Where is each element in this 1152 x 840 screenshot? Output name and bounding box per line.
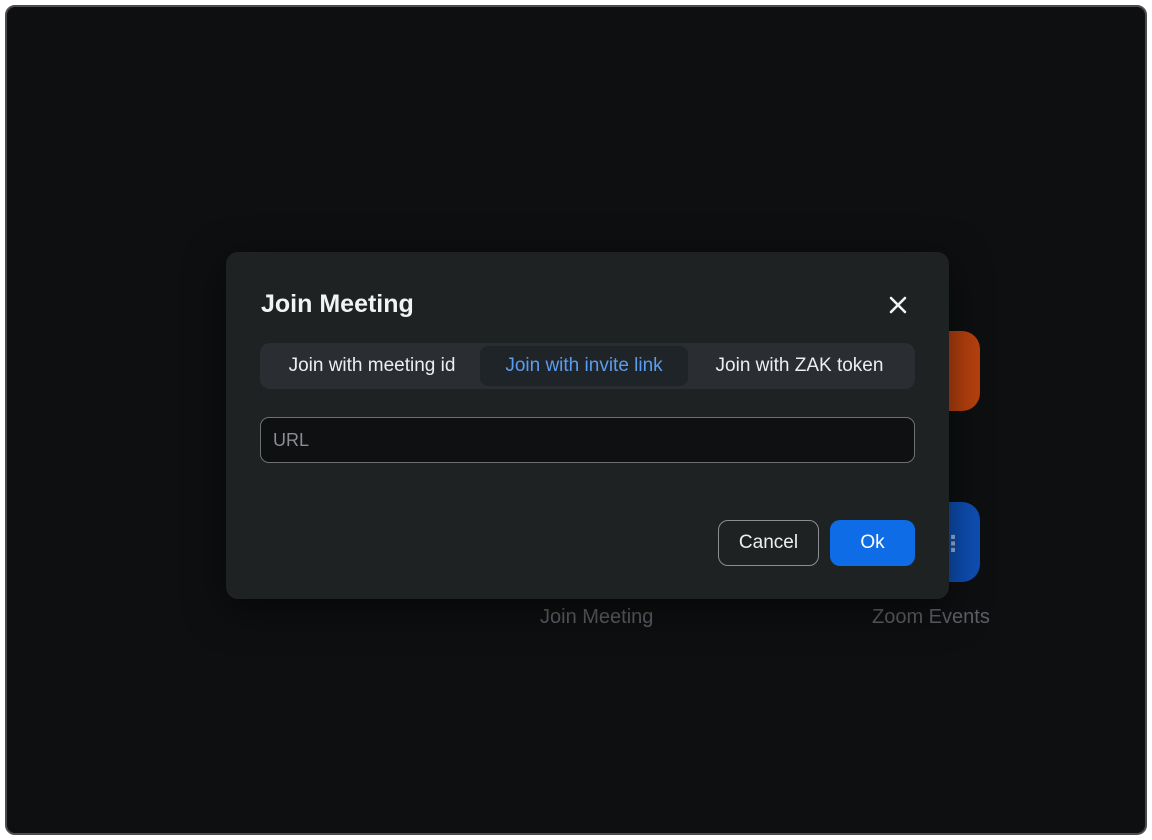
cancel-button[interactable]: Cancel xyxy=(718,520,819,566)
tab-zak-token[interactable]: Join with ZAK token xyxy=(688,346,911,386)
close-button[interactable] xyxy=(882,289,914,321)
join-method-tabs: Join with meeting id Join with invite li… xyxy=(260,343,915,389)
tab-meeting-id[interactable]: Join with meeting id xyxy=(264,346,480,386)
join-meeting-tile-label: Join Meeting xyxy=(540,606,654,628)
dialog-title: Join Meeting xyxy=(261,290,414,318)
close-icon xyxy=(889,296,907,314)
tab-invite-link[interactable]: Join with invite link xyxy=(480,346,688,386)
url-input[interactable] xyxy=(260,417,915,463)
join-meeting-dialog: Join Meeting Join with meeting id Join w… xyxy=(226,252,949,599)
ok-button[interactable]: Ok xyxy=(830,520,915,566)
zoom-events-tile-label: Zoom Events xyxy=(872,606,990,628)
